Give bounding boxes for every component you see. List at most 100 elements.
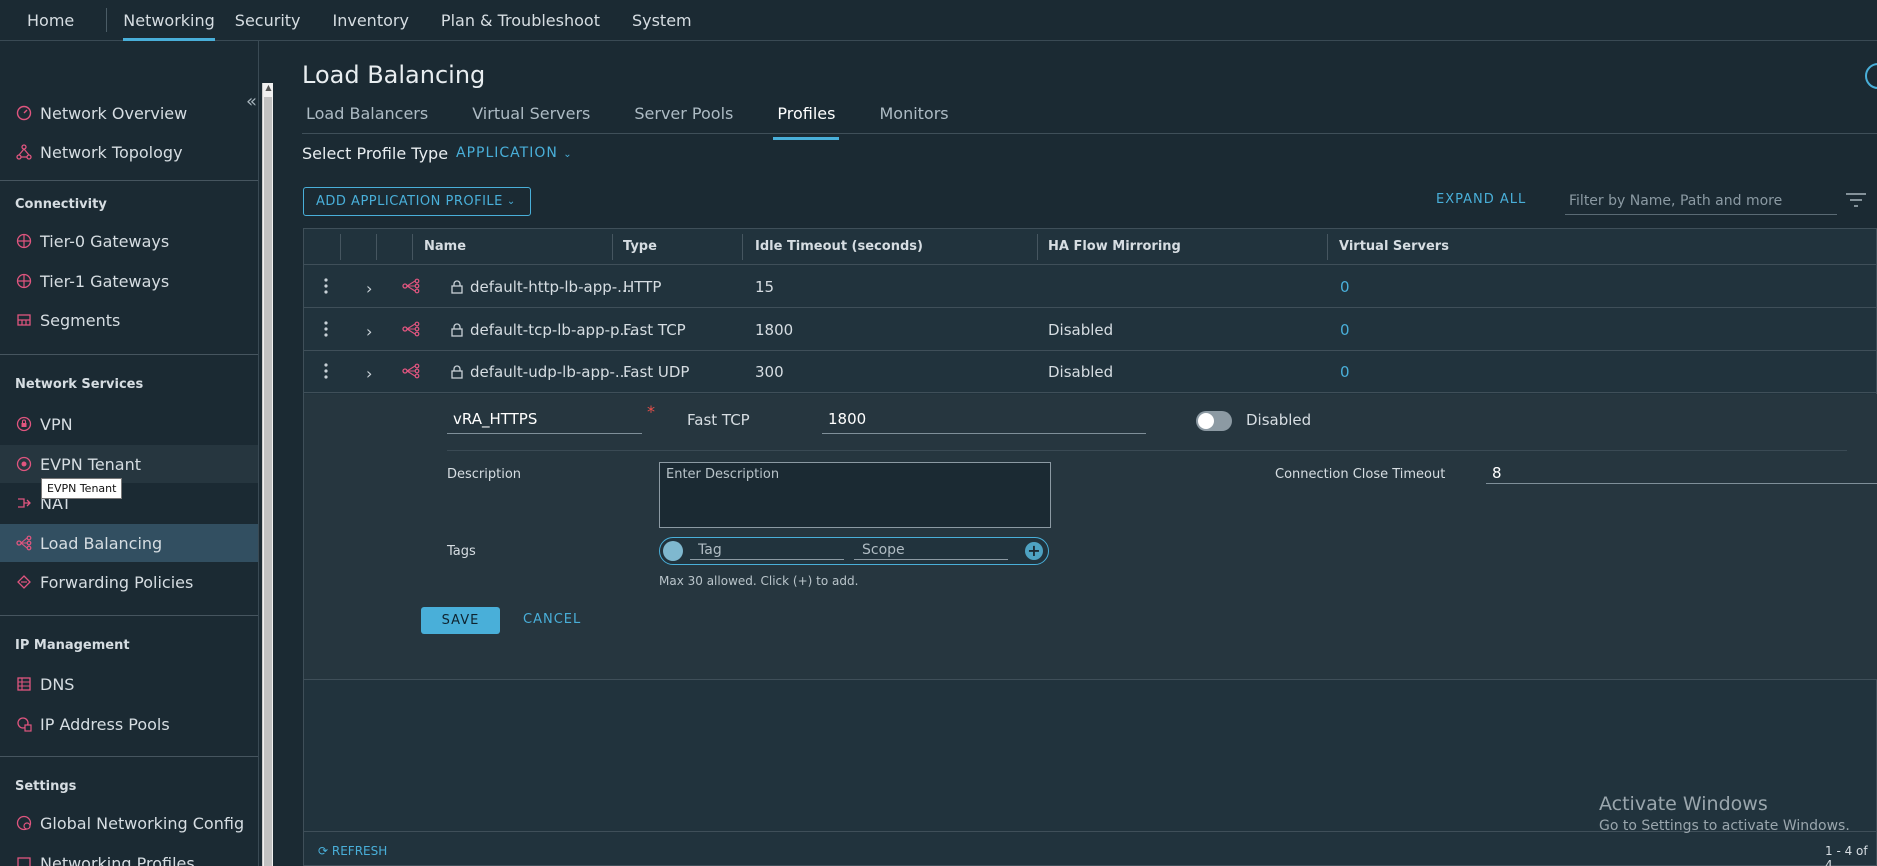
connection-close-timeout-input[interactable] [1486, 462, 1877, 484]
cell-type: Fast UDP [623, 363, 690, 381]
sidebar-item-network-overview[interactable]: Network Overview [0, 94, 258, 132]
profile-type-value: APPLICATION [456, 145, 558, 161]
sidebar-item-label: Forwarding Policies [40, 572, 194, 592]
ha-flow-mirroring-toggle[interactable] [1196, 411, 1232, 431]
profile-name-input[interactable] [447, 404, 642, 434]
scrollbar-thumb[interactable] [264, 97, 272, 866]
kebab-menu-icon[interactable] [324, 320, 328, 338]
cell-name[interactable]: default-http-lb-app-... [470, 278, 631, 296]
add-tag-icon[interactable]: + [1025, 542, 1043, 560]
sidebar-item-ip-address-pools[interactable]: IP Address Pools [0, 705, 258, 743]
column-separator[interactable] [1327, 234, 1328, 260]
sidebar-item-evpn-tenant[interactable]: EVPN Tenant [0, 445, 258, 483]
sidebar-heading-connectivity: Connectivity [15, 197, 107, 212]
sidebar-item-label: EVPN Tenant [40, 454, 142, 474]
sidebar-item-tier1[interactable]: Tier-1 Gateways [0, 262, 258, 300]
chevron-down-icon: ⌄ [563, 149, 573, 160]
sidebar-item-tier0[interactable]: Tier-0 Gateways [0, 222, 258, 260]
filter-icon[interactable] [1845, 193, 1867, 207]
expand-row-icon[interactable]: › [366, 364, 372, 383]
sidebar-item-dns[interactable]: DNS [0, 665, 258, 703]
tab-profiles[interactable]: Profiles [773, 101, 840, 140]
sidebar-item-label: Global Networking Config [40, 813, 245, 833]
nav-plan-troubleshoot[interactable]: Plan & Troubleshoot [425, 0, 616, 41]
scope-input[interactable] [854, 540, 1008, 560]
expand-row-icon[interactable]: › [366, 279, 372, 298]
column-separator[interactable] [742, 234, 743, 260]
profile-type-label: Select Profile Type [302, 144, 449, 163]
column-separator[interactable] [612, 234, 613, 260]
sidebar-item-label: Load Balancing [40, 533, 163, 553]
sidebar-item-load-balancing[interactable]: Load Balancing [0, 524, 258, 562]
refresh-label: REFRESH [331, 844, 388, 858]
idle-timeout-input[interactable] [822, 404, 1146, 434]
sidebar-item-label: Tier-0 Gateways [40, 231, 170, 251]
cell-idle-timeout: 15 [755, 278, 775, 296]
sidebar-divider [0, 180, 258, 181]
nav-security[interactable]: Security [219, 0, 317, 41]
sidebar-item-nat[interactable]: NAT [0, 484, 258, 522]
profiles-datagrid: Name Type Idle Timeout (seconds) HA Flow… [303, 228, 1877, 866]
tab-bar: Load Balancers Virtual Servers Server Po… [302, 101, 989, 140]
description-label: Description [447, 467, 522, 482]
sidebar: « Network Overview Network Topology Conn… [0, 41, 259, 866]
column-header-idle-timeout[interactable]: Idle Timeout (seconds) [755, 239, 923, 254]
tab-monitors[interactable]: Monitors [875, 101, 952, 133]
save-button[interactable]: SAVE [421, 607, 500, 634]
gateway-icon [15, 272, 33, 290]
cell-virtual-servers-link[interactable]: 0 [1340, 278, 1350, 296]
cell-ha-flow: Disabled [1048, 363, 1114, 381]
sidebar-item-label: Network Overview [40, 103, 188, 123]
sidebar-item-forwarding-policies[interactable]: Forwarding Policies [0, 563, 258, 601]
sidebar-item-network-topology[interactable]: Network Topology [0, 133, 258, 171]
sidebar-item-vpn[interactable]: VPN [0, 405, 258, 443]
nav-system[interactable]: System [616, 0, 708, 41]
cell-type: HTTP [623, 278, 662, 296]
cell-name[interactable]: default-tcp-lb-app-p... [470, 321, 634, 339]
grid-footer: ⟳ REFRESH 1 - 4 of 4 [304, 831, 1877, 866]
nav-home[interactable]: Home [0, 0, 90, 41]
tags-hint: Max 30 allowed. Click (+) to add. [659, 574, 859, 588]
sidebar-item-networking-profiles[interactable]: Networking Profiles [0, 844, 258, 866]
nav-inventory[interactable]: Inventory [317, 0, 425, 41]
sidebar-item-label: Network Topology [40, 142, 183, 162]
table-row: › default-udp-lb-app-... Fast UDP 300 Di… [304, 351, 1877, 393]
column-header-name[interactable]: Name [424, 239, 466, 254]
nav-networking[interactable]: Networking [107, 0, 231, 41]
cell-virtual-servers-link[interactable]: 0 [1340, 321, 1350, 339]
profile-type-dropdown[interactable]: APPLICATION ⌄ [456, 145, 573, 161]
main-content: Load Balancing Load Balancers Virtual Se… [275, 41, 1877, 866]
column-header-virtual-servers[interactable]: Virtual Servers [1339, 239, 1449, 254]
vpn-icon [15, 415, 33, 433]
column-separator[interactable] [1037, 234, 1038, 260]
grid-header: Name Type Idle Timeout (seconds) HA Flow… [304, 229, 1877, 265]
chevron-down-icon: ⌄ [506, 196, 516, 207]
tab-load-balancers[interactable]: Load Balancers [302, 101, 432, 133]
forwarding-icon [15, 573, 33, 591]
kebab-menu-icon[interactable] [324, 277, 328, 295]
filter-input[interactable] [1565, 187, 1837, 215]
lock-icon [451, 280, 463, 294]
kebab-menu-icon[interactable] [324, 362, 328, 380]
column-header-ha-flow[interactable]: HA Flow Mirroring [1048, 239, 1181, 254]
tab-server-pools[interactable]: Server Pools [630, 101, 737, 133]
scroll-up-icon[interactable]: ▲ [263, 83, 274, 95]
sidebar-item-global-networking-config[interactable]: Global Networking Config [0, 804, 258, 842]
evpn-tooltip: EVPN Tenant [41, 478, 123, 499]
refresh-button[interactable]: ⟳ REFRESH [318, 844, 387, 858]
expand-row-icon[interactable]: › [366, 322, 372, 341]
cell-name[interactable]: default-udp-lb-app-... [470, 363, 629, 381]
cell-idle-timeout: 300 [755, 363, 784, 381]
help-icon[interactable] [1865, 63, 1877, 89]
sidebar-item-segments[interactable]: Segments [0, 301, 258, 339]
add-button-label: ADD APPLICATION PROFILE [316, 194, 503, 209]
column-header-type[interactable]: Type [623, 239, 657, 254]
expand-all-link[interactable]: EXPAND ALL [1436, 192, 1526, 207]
tag-input[interactable] [690, 540, 844, 560]
tab-virtual-servers[interactable]: Virtual Servers [468, 101, 594, 133]
sidebar-scrollbar[interactable]: ▲ [262, 83, 273, 866]
description-textarea[interactable] [659, 462, 1051, 528]
cell-virtual-servers-link[interactable]: 0 [1340, 363, 1350, 381]
add-application-profile-button[interactable]: ADD APPLICATION PROFILE ⌄ [303, 187, 531, 216]
cancel-button[interactable]: CANCEL [523, 612, 581, 627]
